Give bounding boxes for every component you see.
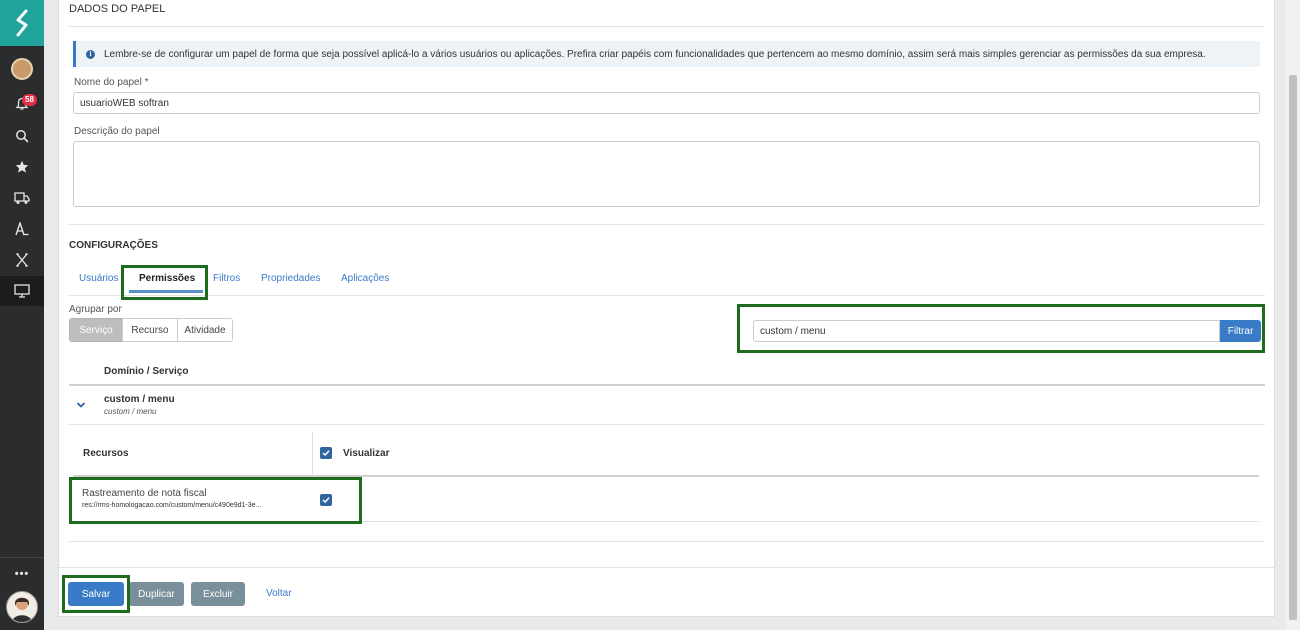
info-alert: i Lembre-se de configurar um papel de fo… <box>73 41 1260 67</box>
divider <box>69 224 1265 225</box>
divider <box>69 541 1265 542</box>
monitor-icon <box>14 284 30 298</box>
excluir-button[interactable]: Excluir <box>191 582 245 606</box>
user-avatar[interactable] <box>11 58 33 80</box>
sidebar-item-transport[interactable] <box>0 183 44 213</box>
voltar-link[interactable]: Voltar <box>266 588 292 599</box>
vertical-scrollbar[interactable] <box>1286 0 1300 630</box>
star-icon <box>15 160 29 173</box>
highlight-box <box>737 304 1265 353</box>
highlight-box <box>69 477 362 524</box>
tab-aplicacoes[interactable]: Aplicações <box>341 273 389 284</box>
footer-divider <box>59 567 1275 568</box>
domain-column-header: Domínio / Serviço <box>104 366 189 377</box>
search-icon <box>16 130 29 143</box>
divider <box>69 424 1265 425</box>
sidebar-item-x[interactable] <box>0 245 44 275</box>
expand-toggle[interactable] <box>76 400 86 412</box>
more-button[interactable]: ••• <box>0 560 44 588</box>
highlight-box <box>121 265 208 300</box>
duplicar-button[interactable]: Duplicar <box>129 582 184 606</box>
group-option-recurso[interactable]: Recurso <box>122 318 178 342</box>
sidebar-item-users-admin[interactable] <box>0 214 44 244</box>
group-option-atividade[interactable]: Atividade <box>177 318 233 342</box>
section-title-dados: DADOS DO PAPEL <box>69 3 166 15</box>
descricao-textarea[interactable] <box>73 141 1260 207</box>
tab-filtros[interactable]: Filtros <box>213 273 240 284</box>
notifications-button[interactable] <box>0 89 44 119</box>
header-divider <box>69 384 1265 386</box>
recursos-header: Recursos <box>83 448 129 459</box>
group-option-servico[interactable]: Serviço <box>69 318 123 342</box>
domain-name: custom / menu <box>104 394 175 405</box>
highlight-box <box>62 575 130 613</box>
domain-sub: custom / menu <box>104 407 157 416</box>
check-icon <box>322 450 330 457</box>
descricao-label: Descrição do papel <box>74 126 160 137</box>
column-divider <box>312 432 313 476</box>
nome-label: Nome do papel * <box>74 77 149 88</box>
visualizar-header: Visualizar <box>343 448 390 459</box>
section-title-config: CONFIGURAÇÕES <box>69 240 158 251</box>
tab-propriedades[interactable]: Propriedades <box>261 273 320 284</box>
notification-badge: 58 <box>22 94 37 106</box>
visualizar-select-all-checkbox[interactable] <box>320 447 332 459</box>
profile-avatar[interactable] <box>6 591 38 623</box>
info-text: Lembre-se de configurar um papel de form… <box>104 48 1206 60</box>
truck-icon <box>14 192 30 204</box>
sidebar-divider <box>0 557 44 558</box>
sidebar: 58 ••• <box>0 0 44 630</box>
agrupar-label: Agrupar por <box>69 304 122 315</box>
sidebar-item-search[interactable] <box>0 121 44 151</box>
divider <box>69 26 1265 27</box>
chevron-down-icon <box>76 402 86 408</box>
scrollbar-thumb[interactable] <box>1289 75 1297 620</box>
info-icon: i <box>86 49 95 59</box>
tabs-divider <box>69 295 1265 296</box>
sidebar-item-monitor[interactable] <box>0 276 44 306</box>
app-logo[interactable] <box>0 0 44 46</box>
sidebar-item-favorites[interactable] <box>0 152 44 182</box>
tab-usuarios[interactable]: Usuários <box>79 273 118 284</box>
person-avatar-icon <box>12 597 32 622</box>
logo-icon <box>16 9 28 37</box>
nome-input[interactable]: usuarioWEB softran <box>73 92 1260 114</box>
x-icon <box>16 253 28 267</box>
user-settings-icon <box>15 222 29 236</box>
